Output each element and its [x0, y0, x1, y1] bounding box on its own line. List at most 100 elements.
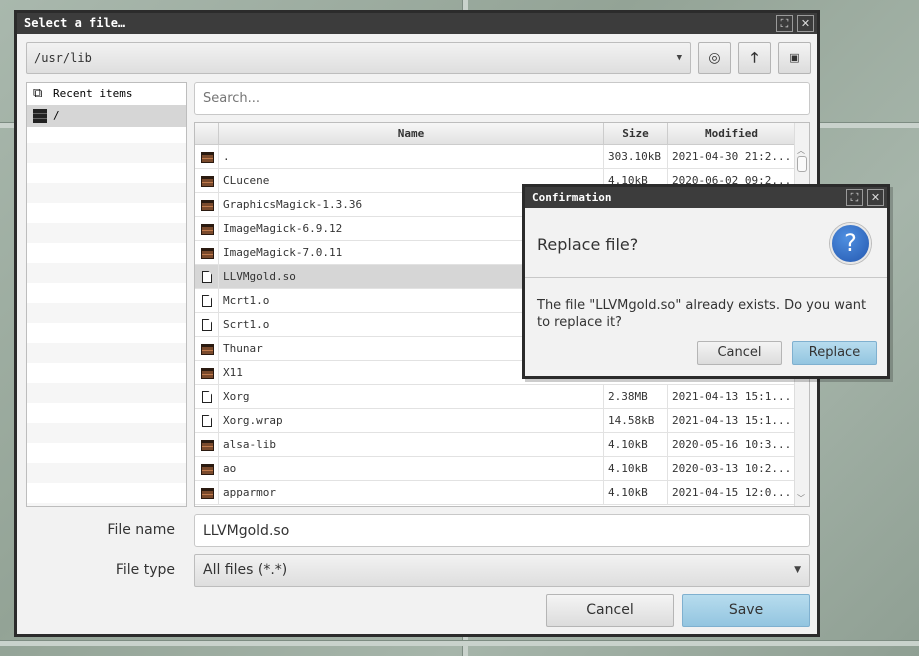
icon-cell [195, 241, 219, 265]
folder-icon [201, 176, 214, 187]
file-name-input[interactable] [194, 514, 810, 547]
folder-icon [201, 464, 214, 475]
new-folder-icon: ▣ [789, 51, 800, 64]
file-name-label: File name [107, 522, 175, 538]
file-modified-cell: 2020-05-16 10:3... [667, 433, 796, 457]
folder-icon [201, 224, 214, 235]
file-icon [202, 415, 212, 427]
icon-cell [195, 169, 219, 193]
maximize-icon[interactable]: ⛶ [776, 15, 793, 32]
table-row[interactable]: Xorg.wrap 14.58kB 2021-04-13 15:1... [195, 409, 796, 433]
confirm-cancel-button[interactable]: Cancel [697, 341, 782, 365]
file-icon [202, 391, 212, 403]
table-header: Name Size Modified [195, 123, 809, 145]
new-folder-button[interactable]: ▣ [778, 42, 811, 74]
icon-cell [195, 145, 219, 169]
maximize-icon[interactable]: ⛶ [846, 189, 863, 206]
file-type-value: All files (*.*) [203, 562, 288, 578]
places-list: ⧉ Recent items / [26, 82, 187, 507]
replace-button[interactable]: Replace [792, 341, 877, 365]
file-modified-cell: 2021-04-13 15:1... [667, 385, 796, 409]
file-type-label: File type [115, 562, 175, 578]
confirmation-title: Confirmation [525, 187, 887, 208]
icon-column-header [195, 123, 219, 145]
path-combo[interactable]: /usr/lib ▼ [26, 42, 691, 74]
place-label: / [53, 109, 60, 122]
place-recent-items[interactable]: ⧉ Recent items [27, 83, 186, 105]
search-input[interactable] [194, 82, 810, 115]
folder-icon [201, 488, 214, 499]
table-row[interactable]: . 303.10kB 2021-04-30 21:2... [195, 145, 796, 169]
confirmation-header: Replace file? ? [525, 208, 887, 278]
icon-cell [195, 409, 219, 433]
icon-cell [195, 481, 219, 505]
save-button[interactable]: Save [682, 594, 810, 627]
scroll-down-icon[interactable]: ﹀ [797, 493, 805, 504]
folder-icon [201, 344, 214, 355]
folder-icon [201, 200, 214, 211]
icon-cell [195, 217, 219, 241]
close-icon[interactable]: ✕ [867, 189, 884, 206]
file-modified-cell: 2021-04-13 15:1... [667, 409, 796, 433]
background-tile-line [0, 640, 919, 646]
home-button[interactable]: ◎ [698, 42, 731, 74]
table-row[interactable]: Xorg 2.38MB 2021-04-13 15:1... [195, 385, 796, 409]
scrollbar-thumb[interactable] [797, 156, 807, 172]
file-size-cell: 303.10kB [603, 145, 667, 169]
table-row[interactable]: apparmor 4.10kB 2021-04-15 12:0... [195, 481, 796, 505]
target-icon: ◎ [708, 50, 721, 66]
file-dialog-title: Select a file… [17, 13, 817, 34]
file-size-cell: 4.10kB [603, 433, 667, 457]
file-icon [202, 271, 212, 283]
folder-icon [201, 152, 214, 163]
icon-cell [195, 385, 219, 409]
file-type-select[interactable]: All files (*.*) ▼ [194, 554, 810, 587]
icon-cell [195, 433, 219, 457]
place-label: Recent items [53, 87, 133, 100]
chevron-down-icon: ▼ [794, 565, 801, 575]
confirmation-dialog: Confirmation ⛶ ✕ Replace file? ? The fil… [522, 184, 890, 379]
column-modified[interactable]: Modified [667, 123, 796, 145]
file-name-cell: ao [223, 462, 237, 475]
file-name-cell: alsa-lib [223, 438, 276, 451]
folder-icon [201, 248, 214, 259]
table-row[interactable]: alsa-lib 4.10kB 2020-05-16 10:3... [195, 433, 796, 457]
arrow-up-icon: 🡑 [750, 50, 759, 66]
scroll-up-icon[interactable]: ︿ [797, 145, 805, 156]
icon-cell [195, 361, 219, 385]
icon-cell [195, 337, 219, 361]
icon-cell [195, 313, 219, 337]
recent-items-icon: ⧉ [33, 86, 43, 101]
file-size-cell: 2.38MB [603, 385, 667, 409]
path-value: /usr/lib [34, 51, 92, 65]
file-icon [202, 295, 212, 307]
cancel-button[interactable]: Cancel [546, 594, 674, 627]
table-row[interactable]: ao 4.10kB 2020-03-13 10:2... [195, 457, 796, 481]
icon-cell [195, 265, 219, 289]
icon-cell [195, 457, 219, 481]
icon-cell [195, 193, 219, 217]
drive-icon [33, 109, 47, 123]
file-size-cell: 4.10kB [603, 481, 667, 505]
icon-cell [195, 289, 219, 313]
folder-icon [201, 440, 214, 451]
chevron-down-icon: ▼ [676, 53, 682, 63]
file-name-cell: . [223, 150, 230, 163]
confirmation-message: The file "LLVMgold.so" already exists. D… [537, 298, 867, 330]
file-name-cell: apparmor [223, 486, 276, 499]
column-name[interactable]: Name [219, 123, 603, 145]
column-size[interactable]: Size [603, 123, 667, 145]
file-icon [202, 319, 212, 331]
file-name-cell: Xorg [223, 390, 250, 403]
question-icon: ? [830, 223, 871, 264]
file-name-cell: Xorg.wrap [223, 414, 283, 427]
confirmation-heading: Replace file? [537, 235, 639, 254]
file-modified-cell: 2021-04-15 12:0... [667, 481, 796, 505]
place-root[interactable]: / [27, 105, 186, 127]
file-modified-cell: 2021-04-30 21:2... [667, 145, 796, 169]
file-size-cell: 4.10kB [603, 457, 667, 481]
folder-icon [201, 368, 214, 379]
parent-dir-button[interactable]: 🡑 [738, 42, 771, 74]
close-icon[interactable]: ✕ [797, 15, 814, 32]
file-size-cell: 14.58kB [603, 409, 667, 433]
